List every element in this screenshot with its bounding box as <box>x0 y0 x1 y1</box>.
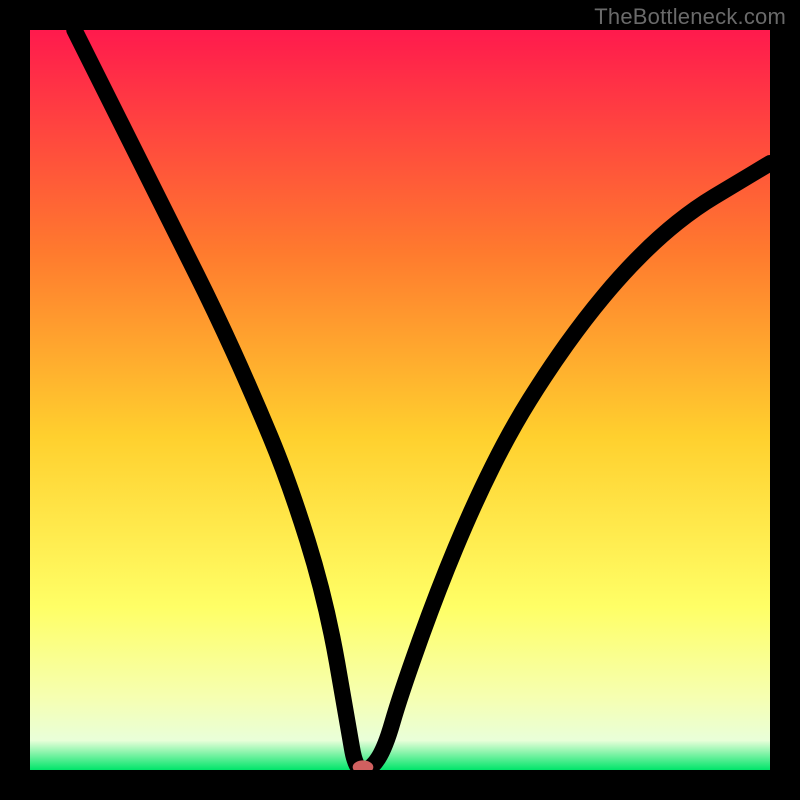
watermark-text: TheBottleneck.com <box>594 4 786 30</box>
plot-area <box>30 30 770 770</box>
chart-frame: TheBottleneck.com <box>0 0 800 800</box>
chart-svg <box>30 30 770 770</box>
gradient-background <box>30 30 770 770</box>
